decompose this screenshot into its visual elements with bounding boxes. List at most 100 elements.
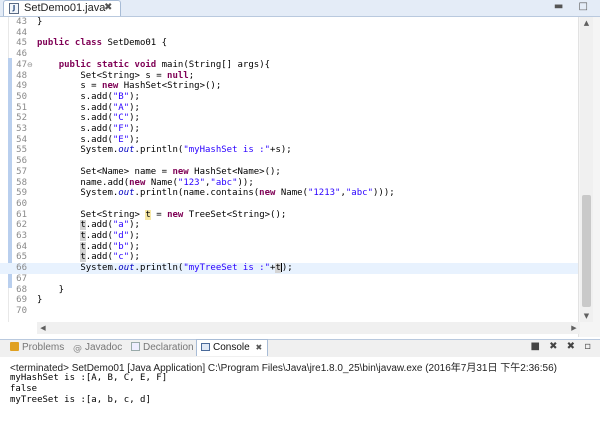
code-line[interactable]: 69} (0, 295, 578, 306)
code-text: System.out.println(name.contains(new Nam… (37, 188, 395, 199)
code-text: t.add("c"); (80, 252, 140, 263)
code-line[interactable]: 46 (0, 49, 578, 60)
line-number: 45 (16, 38, 27, 49)
horizontal-scrollbar[interactable]: ◀ ▶ (37, 322, 580, 334)
line-number: 60 (16, 198, 27, 209)
editor-window-controls[interactable]: ▬ □ (554, 1, 594, 12)
line-number: 47 (16, 59, 27, 70)
console-icon (201, 343, 210, 351)
code-line[interactable]: 66 System.out.println("myTreeSet is :"+t… (0, 263, 578, 274)
line-number: 52 (16, 113, 27, 124)
line-number: 65 (16, 252, 27, 263)
close-tab-icon[interactable]: ✖ (104, 2, 112, 13)
code-line[interactable]: 49 s = new HashSet<String>(); (0, 81, 578, 92)
line-number: 48 (16, 70, 27, 81)
line-number: 58 (16, 177, 27, 188)
tab-declaration[interactable]: Declaration (131, 342, 194, 353)
vertical-scrollbar[interactable]: ▲ ▼ (580, 17, 593, 322)
code-line[interactable]: 70 (0, 306, 578, 317)
tab-javadoc[interactable]: @ Javadoc (73, 342, 123, 354)
code-line[interactable]: 68 } (0, 285, 578, 296)
scroll-left-arrow-icon[interactable]: ◀ (37, 322, 49, 334)
line-number: 59 (16, 188, 27, 199)
tab-problems-label: Problems (22, 342, 65, 353)
fold-toggle-icon[interactable]: ⊖ (27, 60, 33, 71)
bottom-panel-tabbar: Problems @ Javadoc Declaration (0, 339, 600, 358)
line-number: 62 (16, 220, 27, 231)
code-text: s.add("E"); (37, 134, 140, 145)
code-line[interactable]: 54 s.add("E"); (0, 135, 578, 146)
code-text: s.add("C"); (37, 113, 140, 124)
code-line[interactable]: 67 (0, 274, 578, 285)
code-text: t.add("a"); (80, 220, 140, 231)
tab-javadoc-label: Javadoc (85, 342, 123, 353)
problems-icon (10, 342, 19, 351)
code-text: Set<Name> name = new HashSet<Name>(); (37, 166, 281, 177)
scroll-up-arrow-icon[interactable]: ▲ (580, 17, 593, 29)
code-line[interactable]: 51 s.add("A"); (0, 103, 578, 114)
code-line[interactable]: 48 Set<String> s = null; (0, 71, 578, 82)
code-line[interactable]: 62 t.add("a"); (0, 220, 578, 231)
code-line[interactable]: 45 public class SetDemo01 { (0, 38, 578, 49)
code-text: s.add("A"); (37, 102, 140, 113)
line-number: 56 (16, 156, 27, 167)
close-console-icon[interactable]: ✖ (255, 343, 262, 352)
console-output-line: false (10, 384, 38, 394)
code-line[interactable]: 58 name.add(new Name("123","abc")); (0, 178, 578, 189)
tab-problems[interactable]: Problems (10, 342, 64, 353)
code-text: System.out.println("myTreeSet is :"+t); (37, 263, 293, 274)
code-line[interactable]: 60 (0, 199, 578, 210)
vertical-scroll-thumb[interactable] (582, 195, 591, 307)
line-number: 54 (16, 134, 27, 145)
tab-declaration-label: Declaration (143, 342, 194, 353)
line-number: 67 (16, 273, 27, 284)
scroll-right-arrow-icon[interactable]: ▶ (568, 322, 580, 334)
code-line[interactable]: 47 ⊖ public static void main(String[] arg… (0, 60, 578, 71)
editor-tab-label: SetDemo01.java (24, 2, 106, 14)
code-line[interactable]: 57 Set<Name> name = new HashSet<Name>(); (0, 167, 578, 178)
console-terminated-label: <terminated> SetDemo01 [Java Application… (10, 363, 557, 374)
code-editor[interactable]: 43} 44 45 public class SetDemo01 {46 47 ⊖ pub… (0, 17, 600, 337)
line-number: 70 (16, 305, 27, 316)
code-line[interactable]: 56 (0, 156, 578, 167)
code-line[interactable]: 64 t.add("b"); (0, 241, 578, 253)
line-number: 69 (16, 295, 27, 306)
code-line[interactable]: 65 t.add("c"); (0, 252, 578, 263)
scroll-down-arrow-icon[interactable]: ▼ (580, 310, 593, 322)
code-line[interactable]: 52 s.add("C"); (0, 113, 578, 124)
tab-console[interactable]: Console ✖ (196, 339, 268, 356)
code-line[interactable]: 59 System.out.println(name.contains(new … (0, 188, 578, 199)
console-view[interactable]: <terminated> SetDemo01 [Java Application… (0, 357, 600, 439)
line-number: 44 (16, 27, 27, 38)
console-output-line: myTreeSet is :[a, b, c, d] (10, 395, 151, 405)
code-text: t.add("d"); (80, 231, 140, 241)
code-line[interactable]: 53 s.add("F"); (0, 124, 578, 135)
code-line[interactable]: 44 (0, 28, 578, 39)
code-text: name.add(new Name("123","abc")); (37, 177, 254, 188)
code-line[interactable]: 43} (0, 17, 578, 28)
code-text: s = new HashSet<String>(); (37, 81, 222, 92)
code-line[interactable]: 55 System.out.println("myHashSet is :"+s… (0, 145, 578, 156)
code-text: Set<String> s = null; (37, 70, 195, 81)
console-output-line: myHashSet is :[A, B, C, E, F] (10, 373, 168, 383)
code-text: s.add("B"); (37, 91, 140, 102)
editor-tab-setdemo01[interactable]: J SetDemo01.java ✖ (3, 0, 121, 16)
code-line[interactable]: 63 t.add("d"); (0, 231, 578, 242)
code-text: public static void main(String[] args){ (58, 59, 271, 70)
code-text: Set<String> t = new TreeSet<String>(); (37, 209, 287, 220)
line-number: 53 (16, 124, 27, 134)
line-number: 55 (16, 145, 27, 156)
line-number: 57 (16, 166, 27, 177)
code-line[interactable]: 61 Set<String> t = new TreeSet<String>()… (0, 209, 578, 221)
declaration-icon (131, 342, 140, 351)
line-number: 61 (16, 209, 27, 220)
code-text: } (37, 295, 43, 306)
code-text: s.add("F"); (37, 124, 140, 134)
code-text: } (37, 17, 43, 27)
code-line[interactable]: 50 s.add("B"); (0, 92, 578, 103)
code-text: t.add("b"); (80, 241, 140, 252)
code-text: } (37, 284, 65, 295)
code-text: public class SetDemo01 { (37, 38, 168, 49)
editor-tab-bar: J SetDemo01.java ✖ ▬ □ (0, 0, 600, 17)
console-toolbar[interactable]: ■ ✖ ✖ ▫ (530, 341, 594, 352)
